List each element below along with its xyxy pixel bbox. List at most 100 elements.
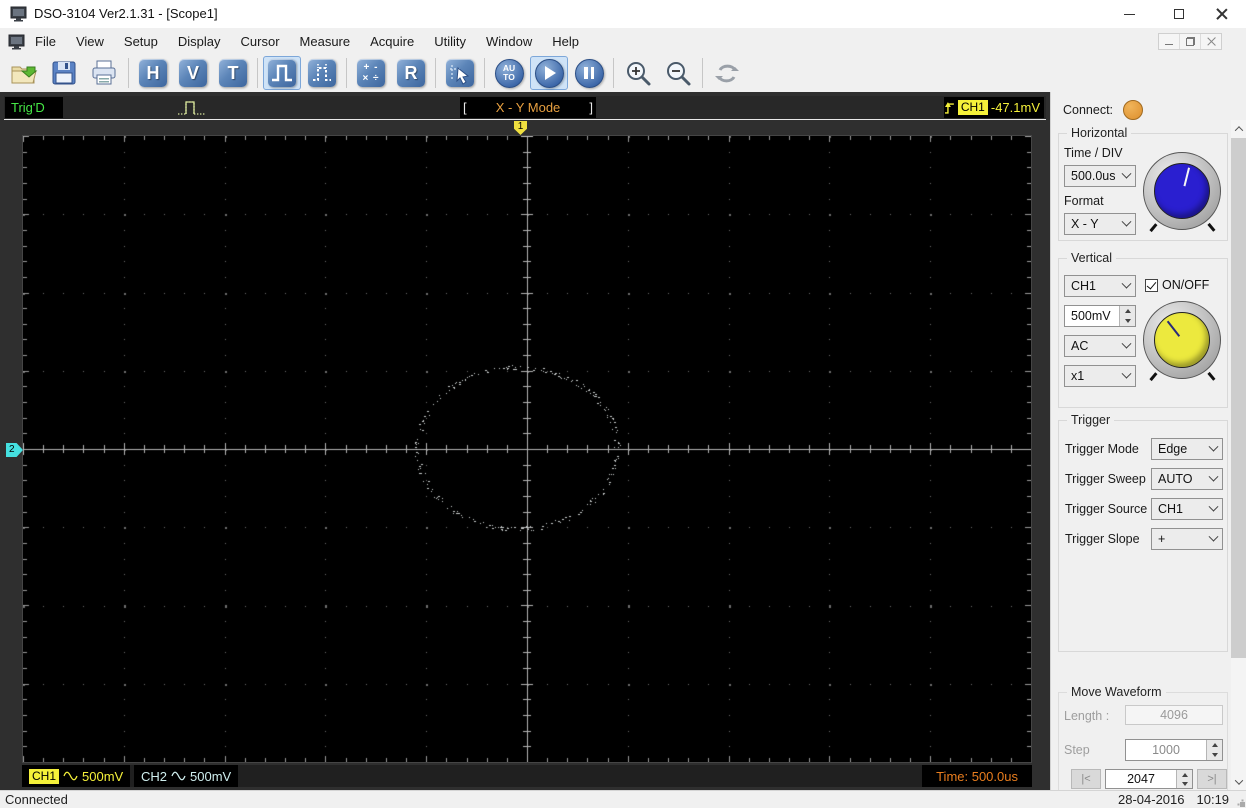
title-bar: DSO-3104 Ver2.1.31 - [Scope1] <box>0 0 1246 28</box>
chevron-down-icon <box>1204 501 1222 513</box>
open-folder-icon <box>11 66 38 84</box>
knob-tick <box>1206 372 1215 381</box>
step-stepper[interactable]: 1000 <box>1125 739 1223 761</box>
cursor-arrow-icon <box>450 65 470 85</box>
onoff-checkbox[interactable] <box>1145 278 1158 292</box>
mdi-minimize-button[interactable] <box>1159 34 1180 49</box>
toolbar-separator <box>702 58 703 88</box>
trigger-sweep-label: Trigger Sweep <box>1065 472 1146 486</box>
v-letter-icon: V <box>186 62 199 83</box>
print-button[interactable] <box>85 56 123 90</box>
length-field: 4096 <box>1125 705 1223 725</box>
volts-div-stepper[interactable]: 500mV <box>1064 305 1136 327</box>
panel-scrollbar[interactable] <box>1231 120 1246 790</box>
close-button[interactable] <box>1199 0 1244 28</box>
open-button[interactable] <box>5 56 43 90</box>
menu-item-help[interactable]: Help <box>542 31 589 52</box>
chevron-down-icon <box>1117 278 1135 290</box>
maximize-button[interactable] <box>1156 0 1201 28</box>
move-waveform-title: Move Waveform <box>1067 685 1166 699</box>
zoom-out-button[interactable] <box>659 56 697 90</box>
pulse-wave-button[interactable] <box>263 56 301 90</box>
ch1-horizontal-marker[interactable]: 1 <box>514 121 527 135</box>
chevron-down-icon <box>1117 168 1135 180</box>
mdi-close-button[interactable] <box>1201 34 1221 49</box>
mdi-window-controls <box>1158 33 1222 50</box>
ch2-readout: CH2 500mV <box>134 765 239 787</box>
trigger-setup-button[interactable]: T <box>214 56 252 90</box>
vertical-knob[interactable] <box>1143 301 1221 381</box>
stepper-arrows[interactable] <box>1176 770 1192 788</box>
trigger-mode-select[interactable]: Edge <box>1151 438 1223 460</box>
go-last-button[interactable]: >| <box>1197 769 1227 789</box>
menu-item-window[interactable]: Window <box>476 31 542 52</box>
cursor-measure-button[interactable] <box>441 56 479 90</box>
reference-button[interactable]: R <box>392 56 430 90</box>
document-icon[interactable] <box>8 33 25 50</box>
menu-item-setup[interactable]: Setup <box>114 31 168 52</box>
probe-select[interactable]: x1 <box>1064 365 1136 387</box>
math-button[interactable]: + - × ÷ <box>352 56 390 90</box>
stepper-arrows[interactable] <box>1119 306 1135 326</box>
minimize-button[interactable] <box>1107 0 1152 28</box>
pulse-wave-icon <box>272 64 292 82</box>
vertical-group-title: Vertical <box>1067 251 1116 265</box>
knob-tick <box>1149 372 1158 381</box>
menu-item-utility[interactable]: Utility <box>424 31 476 52</box>
knob-tick <box>1149 223 1158 232</box>
menu-item-measure[interactable]: Measure <box>290 31 361 52</box>
position-stepper[interactable]: 2047 <box>1105 769 1193 789</box>
trigger-slope-select[interactable]: + <box>1151 528 1223 550</box>
mdi-minimize-icon <box>1165 43 1173 45</box>
menu-item-file[interactable]: File <box>25 31 66 52</box>
ch2-label: CH2 <box>141 768 168 784</box>
channel-onoff[interactable]: ON/OFF <box>1145 278 1209 292</box>
date-value: 28-04-2016 <box>1118 792 1185 807</box>
minimize-icon <box>1124 13 1135 15</box>
trigger-channel-badge: CH1 <box>957 100 988 115</box>
ch2-position-marker[interactable]: 2 <box>6 443 23 457</box>
horizontal-knob[interactable] <box>1143 152 1221 232</box>
time-div-select[interactable]: 500.0us <box>1064 165 1136 187</box>
resize-grip[interactable] <box>1240 802 1245 807</box>
chevron-down-icon <box>1117 368 1135 380</box>
scope-display <box>22 135 1032 763</box>
menu-bar: File View Setup Display Cursor Measure A… <box>0 28 1246 54</box>
toolbar-separator <box>346 58 347 88</box>
mdi-restore-button[interactable] <box>1180 34 1201 49</box>
format-label: Format <box>1064 194 1104 208</box>
go-first-button[interactable]: |< <box>1071 769 1101 789</box>
rising-edge-icon <box>944 102 954 114</box>
trigger-source-select[interactable]: CH1 <box>1151 498 1223 520</box>
menu-item-display[interactable]: Display <box>168 31 231 52</box>
chevron-down-icon <box>1204 531 1222 543</box>
delayed-pulse-button[interactable] <box>303 56 341 90</box>
channel-select[interactable]: CH1 <box>1064 275 1136 297</box>
trigger-source-label: Trigger Source <box>1065 502 1148 516</box>
ac-coupling-icon <box>171 771 186 781</box>
sync-button[interactable] <box>708 56 746 90</box>
run-button[interactable] <box>530 56 568 90</box>
stepper-arrows[interactable] <box>1206 740 1222 760</box>
vertical-setup-button[interactable]: V <box>174 56 212 90</box>
coupling-select[interactable]: AC <box>1064 335 1136 357</box>
format-select[interactable]: X - Y <box>1064 213 1136 235</box>
bracket-right: ] <box>589 100 593 115</box>
save-button[interactable] <box>45 56 83 90</box>
toolbar-separator <box>613 58 614 88</box>
scroll-up-button[interactable] <box>1231 120 1246 137</box>
zoom-in-button[interactable] <box>619 56 657 90</box>
menu-item-acquire[interactable]: Acquire <box>360 31 424 52</box>
connect-status-indicator <box>1123 100 1144 120</box>
pause-button[interactable] <box>570 56 608 90</box>
menu-item-cursor[interactable]: Cursor <box>231 31 290 52</box>
bracket-left: [ <box>463 100 467 115</box>
menu-item-view[interactable]: View <box>66 31 114 52</box>
scrollbar-thumb[interactable] <box>1231 138 1246 658</box>
scroll-down-button[interactable] <box>1231 773 1246 790</box>
autoset-button[interactable]: AU TO <box>490 56 528 90</box>
vertical-group: Vertical CH1 ON/OFF 500mV AC x1 <box>1058 251 1228 408</box>
trigger-sweep-select[interactable]: AUTO <box>1151 468 1223 490</box>
horizontal-setup-button[interactable]: H <box>134 56 172 90</box>
time-readout: Time: 500.0us <box>922 765 1032 787</box>
